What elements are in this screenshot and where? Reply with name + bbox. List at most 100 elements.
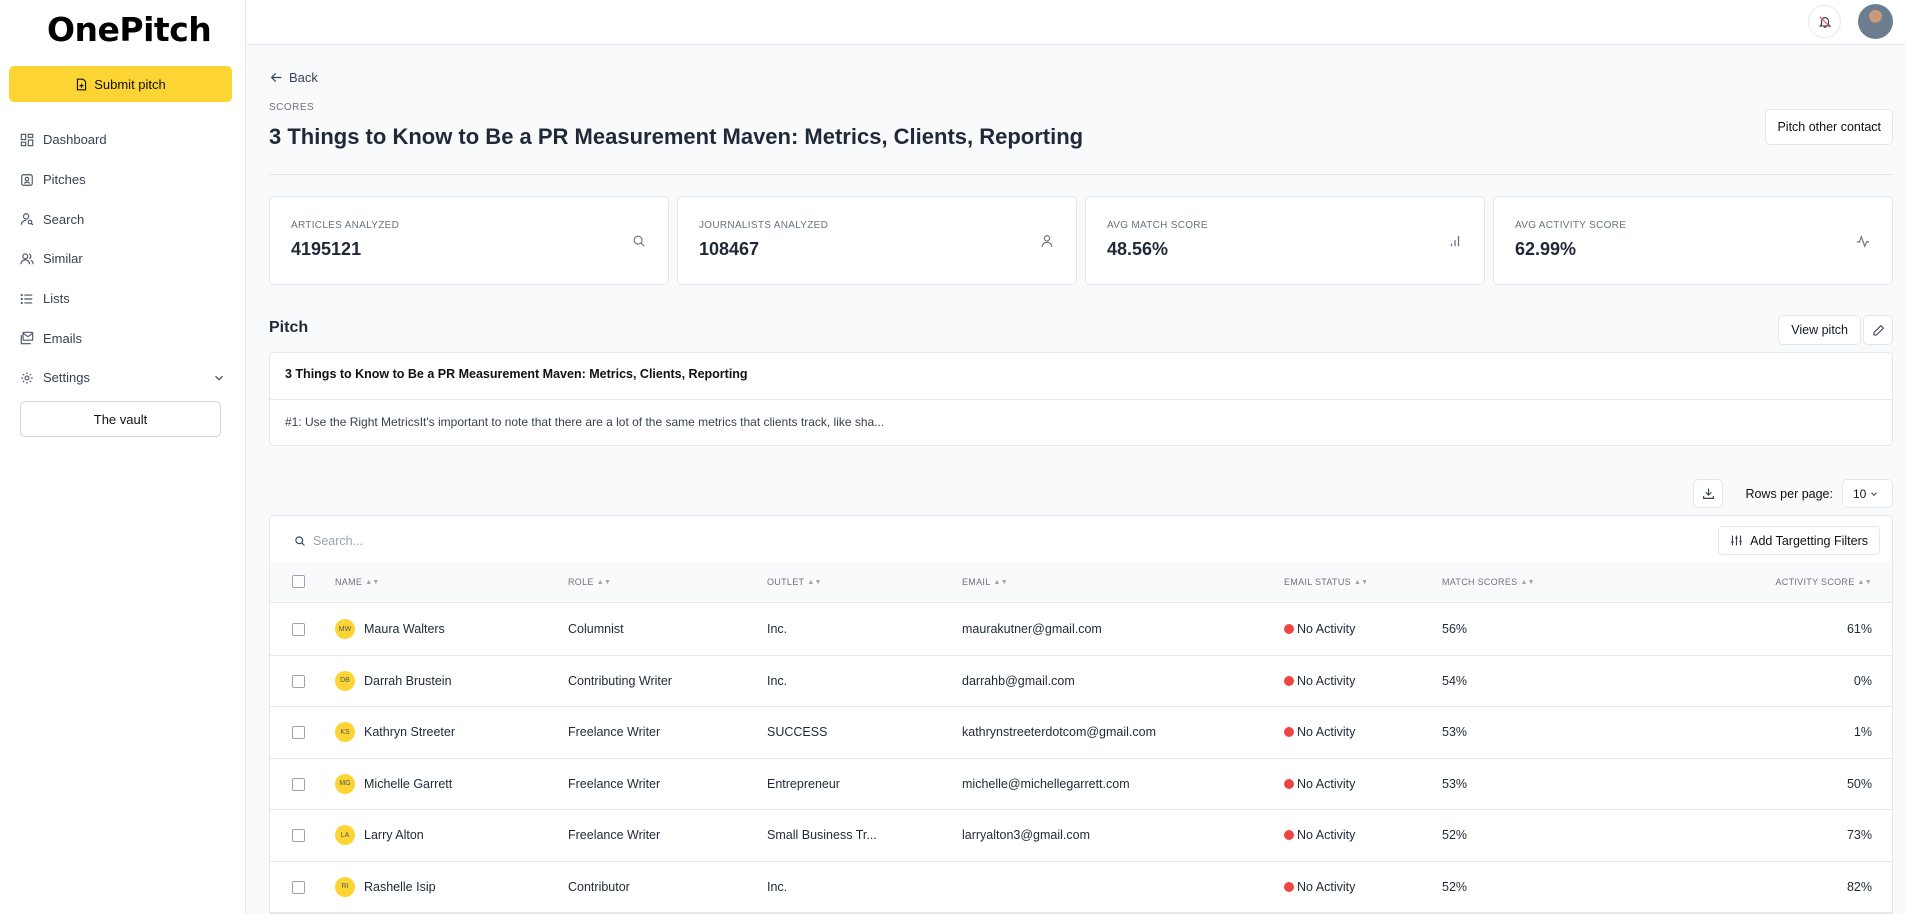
cell-email: michelle@michellegarrett.com <box>962 776 1130 791</box>
chevron-down-icon <box>1871 491 1878 496</box>
table-row[interactable]: LA Larry Alton Freelance Writer Small Bu… <box>270 810 1892 862</box>
table-row[interactable]: KS Kathryn Streeter Freelance Writer SUC… <box>270 707 1892 759</box>
sidebar: OnePitch Submit pitch Dashboard Pitches … <box>0 0 246 914</box>
filters-label: Add Targetting Filters <box>1750 533 1868 548</box>
page-eyebrow: SCORES <box>269 102 315 113</box>
pencil-icon <box>1873 324 1884 335</box>
cell-name[interactable]: Maura Walters <box>364 622 445 636</box>
column-header-role[interactable]: ROLE ▲▼ <box>568 577 611 587</box>
row-checkbox[interactable] <box>292 726 305 739</box>
submit-pitch-button[interactable]: Submit pitch <box>9 66 232 102</box>
avatar: MW <box>335 619 355 640</box>
search-input[interactable]: Search... <box>313 534 363 548</box>
sidebar-item-dashboard[interactable]: Dashboard <box>20 120 226 160</box>
cell-name[interactable]: Michelle Garrett <box>364 777 452 791</box>
row-checkbox[interactable] <box>292 623 305 636</box>
cell-name[interactable]: Larry Alton <box>364 828 424 842</box>
sort-icon: ▲▼ <box>365 578 380 586</box>
chevron-down-icon[interactable] <box>212 371 226 385</box>
search-icon <box>633 235 645 247</box>
row-checkbox[interactable] <box>292 829 305 842</box>
cell-outlet: Inc. <box>767 673 788 688</box>
stat-value: 4195121 <box>291 239 362 259</box>
notifications-button[interactable] <box>1808 5 1841 38</box>
sort-icon: ▲▼ <box>993 578 1008 586</box>
sidebar-item-emails[interactable]: Emails <box>20 318 226 358</box>
status-label: No Activity <box>1297 828 1356 843</box>
cell-match-score: 54% <box>1442 673 1468 688</box>
table-row[interactable]: MG Michelle Garrett Freelance Writer Ent… <box>270 759 1892 810</box>
stat-label: AVG ACTIVITY SCORE <box>1515 220 1627 231</box>
cell-email-status: No Activity <box>1284 622 1355 636</box>
column-header-activity-score[interactable]: ACTIVITY SCORE ▲▼ <box>1775 577 1872 587</box>
app-logo: OnePitch <box>47 10 212 49</box>
column-header-email-status[interactable]: EMAIL STATUS ▲▼ <box>1284 577 1368 587</box>
status-label: No Activity <box>1297 879 1356 894</box>
header-label: OUTLET <box>767 577 805 587</box>
stat-card-articles: ARTICLES ANALYZED 4195121 <box>269 196 669 285</box>
cell-email: darrahb@gmail.com <box>962 673 1075 688</box>
pitch-title: 3 Things to Know to Be a PR Measurement … <box>285 367 748 381</box>
cell-name[interactable]: Darrah Brustein <box>364 674 452 688</box>
add-targetting-filters-button[interactable]: Add Targetting Filters <box>1718 526 1880 555</box>
user-avatar[interactable] <box>1858 4 1893 39</box>
cell-outlet: Inc. <box>767 622 788 637</box>
edit-pitch-button[interactable] <box>1863 315 1893 345</box>
status-dot <box>1284 624 1294 635</box>
cell-name[interactable]: Rashelle Isip <box>364 880 436 894</box>
the-vault-button[interactable]: The vault <box>20 401 221 437</box>
cell-activity-score: 1% <box>1853 725 1872 740</box>
sort-icon: ▲▼ <box>1857 578 1872 586</box>
column-header-email[interactable]: EMAIL ▲▼ <box>962 577 1008 587</box>
page-title: 3 Things to Know to Be a PR Measurement … <box>269 124 1084 149</box>
sort-icon: ▲▼ <box>1353 578 1369 586</box>
table-row[interactable]: MW Maura Walters Columnist Inc. maurakut… <box>270 604 1892 656</box>
table-search[interactable]: Search... <box>294 534 363 548</box>
cell-outlet: SUCCESS <box>767 725 828 740</box>
sidebar-item-similar[interactable]: Similar <box>20 239 226 279</box>
gear-icon <box>21 372 33 384</box>
sidebar-item-search[interactable]: Search <box>20 199 226 239</box>
row-checkbox[interactable] <box>292 674 305 688</box>
pitch-divider <box>270 399 1892 400</box>
search-person-icon <box>20 213 34 226</box>
row-checkbox[interactable] <box>292 880 305 894</box>
rows-per-page-select[interactable]: 10 <box>1842 479 1893 508</box>
sidebar-item-label: Search <box>43 211 85 227</box>
header-divider <box>269 174 1893 175</box>
status-dot <box>1284 778 1294 789</box>
cell-role: Contributing Writer <box>568 673 672 688</box>
header-label: ACTIVITY SCORE <box>1775 577 1855 587</box>
stat-value: 48.56% <box>1107 239 1169 259</box>
download-icon <box>1702 488 1714 499</box>
cell-activity-score: 73% <box>1846 828 1872 843</box>
row-checkbox[interactable] <box>292 777 305 791</box>
sort-icon: ▲▼ <box>596 578 612 586</box>
sidebar-item-settings[interactable]: Settings <box>20 358 226 398</box>
cell-email-status: No Activity <box>1284 880 1355 894</box>
table-toolbar: Rows per page: 10 <box>269 474 1893 514</box>
journalists-table: Search... Add Targetting Filters NAME ▲▼ … <box>269 515 1893 914</box>
download-button[interactable] <box>1693 479 1723 508</box>
back-link[interactable]: Back <box>270 70 318 85</box>
header-label: MATCH SCORES <box>1442 577 1518 587</box>
pitch-other-contact-button[interactable]: Pitch other contact <box>1765 109 1893 145</box>
table-row[interactable]: RI Rashelle Isip Contributor Inc. No Act… <box>270 862 1892 913</box>
sidebar-item-pitches[interactable]: Pitches <box>20 160 226 200</box>
sidebar-item-lists[interactable]: Lists <box>20 279 226 319</box>
pitch-card: 3 Things to Know to Be a PR Measurement … <box>269 352 1893 446</box>
column-header-name[interactable]: NAME ▲▼ <box>335 577 380 587</box>
column-header-match-scores[interactable]: MATCH SCORES ▲▼ <box>1442 577 1535 587</box>
activity-icon <box>1856 234 1870 248</box>
cell-name[interactable]: Kathryn Streeter <box>364 725 455 739</box>
pitch-heading: Pitch <box>269 319 309 336</box>
stat-card-activity: AVG ACTIVITY SCORE 62.99% <box>1493 196 1893 285</box>
table-row[interactable]: DB Darrah Brustein Contributing Writer I… <box>270 656 1892 707</box>
select-all-checkbox[interactable] <box>292 575 305 588</box>
user-icon <box>1041 235 1053 247</box>
cell-match-score: 53% <box>1442 776 1468 791</box>
view-pitch-button[interactable]: View pitch <box>1778 315 1861 345</box>
arrow-left-icon <box>270 73 282 82</box>
column-header-outlet[interactable]: OUTLET ▲▼ <box>767 577 822 587</box>
stats-row: ARTICLES ANALYZED 4195121 JOURNALISTS AN… <box>269 196 1893 285</box>
